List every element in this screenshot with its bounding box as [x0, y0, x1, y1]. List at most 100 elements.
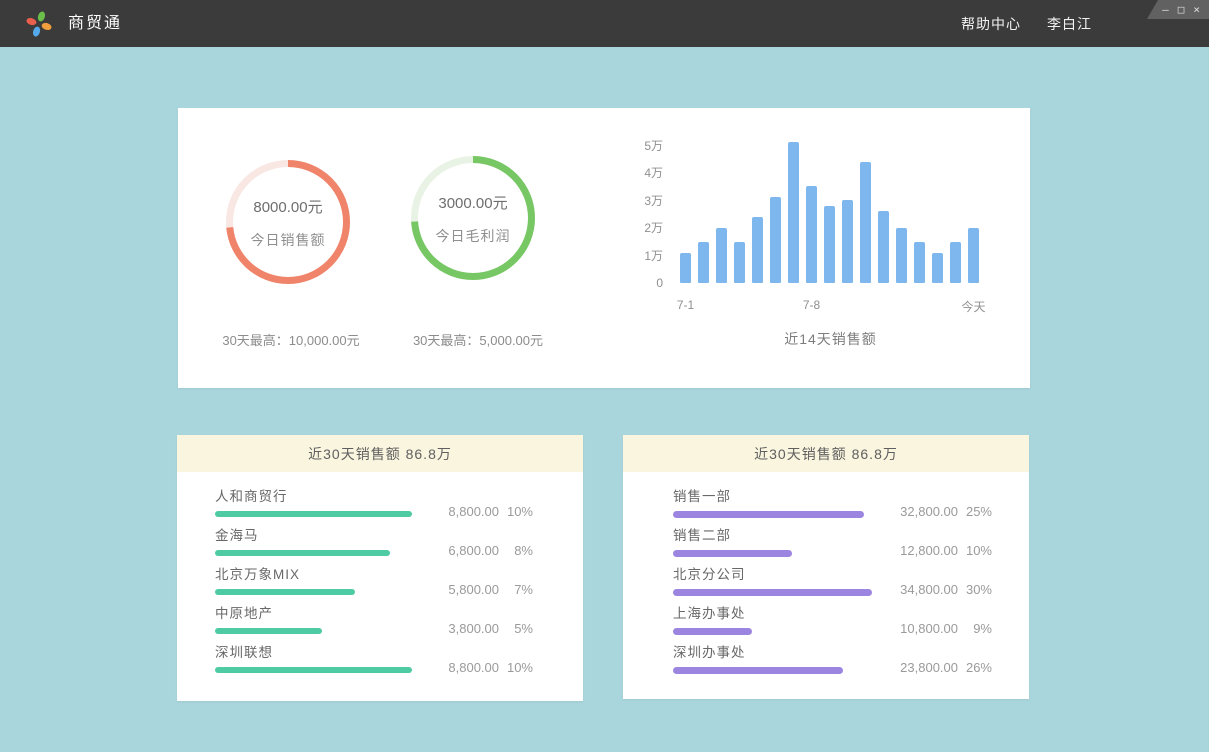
y-axis-tick: 0	[608, 276, 663, 290]
today-sales-gauge: 8000.00元 今日销售额	[226, 160, 350, 284]
list-item-percent: 10%	[499, 660, 533, 675]
chart-bar	[968, 228, 979, 283]
help-center-link[interactable]: 帮助中心	[961, 14, 1021, 34]
minimize-icon[interactable]: —	[1162, 4, 1169, 15]
today-profit-value: 3000.00元	[438, 192, 507, 213]
user-menu[interactable]: 李白江	[1047, 14, 1092, 34]
customer-list: 人和商贸行 8,800.00 10% 金海马 6,800.00 8% 北京万象M…	[177, 472, 583, 673]
list-item-amount: 23,800.00	[886, 660, 958, 675]
sales-30day-max: 30天最高：10,000.00元	[186, 330, 396, 349]
today-sales-label: 今日销售额	[251, 230, 326, 250]
maximize-icon[interactable]: □	[1178, 4, 1185, 15]
list-item[interactable]: 中原地产 3,800.00 5%	[215, 606, 583, 634]
chart-bar	[896, 228, 907, 283]
y-axis-tick: 4万	[608, 166, 663, 180]
y-axis-tick: 2万	[608, 221, 663, 235]
chart-bar	[932, 253, 943, 283]
chart-bar	[788, 142, 799, 283]
list-item[interactable]: 销售一部 32,800.00 25%	[673, 489, 1029, 517]
department-card-header: 近30天销售额 86.8万	[623, 435, 1029, 472]
bar-chart-y-axis: 5万 4万 3万 2万 1万 0	[608, 108, 663, 388]
list-item[interactable]: 深圳联想 8,800.00 10%	[215, 645, 583, 673]
customer-card-title: 近30天销售额 86.8万	[308, 444, 452, 464]
list-item-percent: 8%	[499, 543, 533, 558]
titlebar-nav: 帮助中心 李白江	[961, 0, 1092, 47]
list-item-name: 北京万象MIX	[215, 567, 583, 583]
list-item-percent: 9%	[958, 621, 992, 636]
department-card-title: 近30天销售额 86.8万	[754, 444, 898, 464]
list-item-name: 销售一部	[673, 489, 1029, 505]
app-title: 商贸通	[68, 0, 122, 47]
list-item-percent: 26%	[958, 660, 992, 675]
x-axis-label: 7-8	[803, 298, 820, 312]
list-item-percent: 10%	[499, 504, 533, 519]
list-item-amount: 34,800.00	[886, 582, 958, 597]
y-axis-tick: 1万	[608, 249, 663, 263]
list-item-bar	[215, 511, 412, 517]
x-axis-label: 今天	[961, 298, 985, 315]
list-item-bar	[673, 628, 752, 635]
list-item-amount: 5,800.00	[427, 582, 499, 597]
y-axis-tick: 3万	[608, 194, 663, 208]
list-item-name: 金海马	[215, 528, 583, 544]
list-item-percent: 30%	[958, 582, 992, 597]
titlebar: 商贸通 帮助中心 李白江 — □ ×	[0, 0, 1209, 47]
customer-sales-card: 近30天销售额 86.8万 人和商贸行 8,800.00 10% 金海马 6,8…	[177, 435, 583, 701]
list-item[interactable]: 北京分公司 34,800.00 30%	[673, 567, 1029, 595]
list-item[interactable]: 人和商贸行 8,800.00 10%	[215, 489, 583, 517]
list-item-amount: 8,800.00	[427, 504, 499, 519]
list-item-name: 深圳联想	[215, 645, 583, 661]
customer-card-header: 近30天销售额 86.8万	[177, 435, 583, 472]
list-item-percent: 7%	[499, 582, 533, 597]
list-item-bar	[673, 550, 792, 557]
list-item[interactable]: 深圳办事处 23,800.00 26%	[673, 645, 1029, 673]
today-profit-gauge: 3000.00元 今日毛利润	[411, 156, 535, 280]
chart-bar	[878, 211, 889, 283]
list-item-bar	[673, 667, 843, 674]
list-item-bar	[215, 628, 322, 634]
list-item-name: 北京分公司	[673, 567, 1029, 583]
close-icon[interactable]: ×	[1193, 4, 1200, 15]
list-item-bar	[673, 511, 864, 518]
list-item-percent: 10%	[958, 543, 992, 558]
overview-card: 8000.00元 今日销售额 30天最高：10,000.00元 3000.00元…	[178, 108, 1030, 388]
list-item[interactable]: 销售二部 12,800.00 10%	[673, 528, 1029, 556]
bar-chart-title: 近14天销售额	[663, 329, 998, 349]
chart-bar	[734, 242, 745, 283]
chart-bar	[752, 217, 763, 283]
list-item[interactable]: 金海马 6,800.00 8%	[215, 528, 583, 556]
list-item-bar	[673, 589, 872, 596]
chart-bar	[698, 242, 709, 283]
chart-bar	[824, 206, 835, 283]
list-item-amount: 32,800.00	[886, 504, 958, 519]
list-item-name: 上海办事处	[673, 606, 1029, 622]
list-item-name: 人和商贸行	[215, 489, 583, 505]
list-item-amount: 8,800.00	[427, 660, 499, 675]
today-sales-value: 8000.00元	[253, 196, 322, 217]
list-item-name: 中原地产	[215, 606, 583, 622]
list-item-amount: 12,800.00	[886, 543, 958, 558]
list-item-bar	[215, 589, 355, 595]
department-sales-card: 近30天销售额 86.8万 销售一部 32,800.00 25% 销售二部 12…	[623, 435, 1029, 699]
window-controls: — □ ×	[1147, 0, 1209, 19]
list-item-percent: 25%	[958, 504, 992, 519]
list-item-name: 销售二部	[673, 528, 1029, 544]
list-item-amount: 10,800.00	[886, 621, 958, 636]
x-axis-label: 7-1	[677, 298, 694, 312]
chart-bar	[716, 228, 727, 283]
list-item-amount: 3,800.00	[427, 621, 499, 636]
chart-bar	[680, 253, 691, 283]
chart-bar	[950, 242, 961, 283]
chart-bar	[842, 200, 853, 283]
list-item-percent: 5%	[499, 621, 533, 636]
list-item[interactable]: 上海办事处 10,800.00 9%	[673, 606, 1029, 634]
profit-30day-max: 30天最高：5,000.00元	[373, 330, 583, 349]
list-item-amount: 6,800.00	[427, 543, 499, 558]
list-item[interactable]: 北京万象MIX 5,800.00 7%	[215, 567, 583, 595]
y-axis-tick: 5万	[608, 139, 663, 153]
pinwheel-logo-icon	[24, 9, 54, 39]
chart-bar	[914, 242, 925, 283]
chart-bar	[770, 197, 781, 283]
list-item-name: 深圳办事处	[673, 645, 1029, 661]
chart-bar	[806, 186, 817, 283]
